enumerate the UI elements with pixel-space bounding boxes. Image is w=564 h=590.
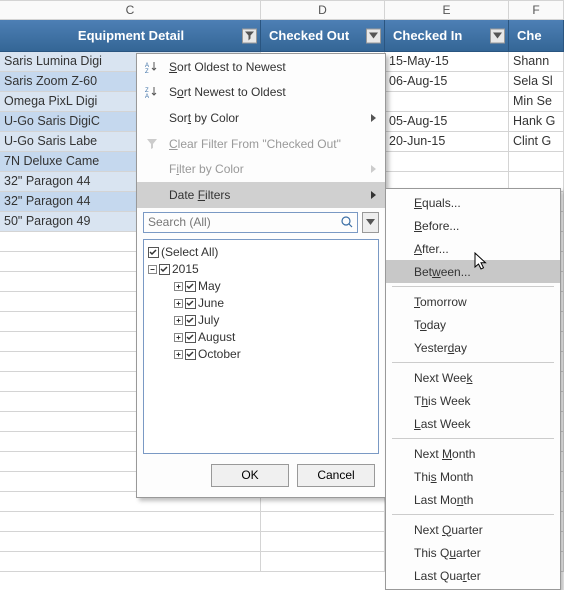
filter-dropdown-checked-out[interactable] [366, 28, 381, 43]
tree-year[interactable]: 2015 [146, 261, 376, 278]
header-equipment-detail: Equipment Detail [0, 20, 261, 52]
ok-button[interactable]: OK [211, 464, 289, 487]
tree-month[interactable]: August [146, 329, 376, 346]
search-input[interactable]: Search (All) [143, 212, 358, 233]
mouse-cursor-icon [474, 252, 490, 272]
submenu-arrow-icon [371, 188, 377, 202]
tree-year-label: 2015 [172, 262, 199, 276]
cell-checked-by[interactable] [509, 152, 564, 171]
tree-select-all-label: (Select All) [161, 245, 218, 259]
header-equipment-detail-label: Equipment Detail [78, 28, 184, 43]
sort-oldest-newest[interactable]: AZ Sort Oldest to Newest [137, 54, 385, 80]
tree-month-label: May [198, 279, 221, 293]
filter-yesterday[interactable]: Yesterday [386, 336, 560, 359]
date-tree[interactable]: (Select All) 2015 May June July August Octob… [143, 239, 379, 454]
header-checked-in: Checked In [385, 20, 509, 52]
filter-after[interactable]: After... [386, 237, 560, 260]
col-letter-d[interactable]: D [261, 1, 385, 19]
cell-checked-in[interactable]: 06-Aug-15 [385, 72, 509, 91]
date-filters[interactable]: Date Filters [137, 182, 385, 208]
filter-next-quarter[interactable]: Next Quarter [386, 518, 560, 541]
submenu-arrow-icon [371, 162, 377, 176]
col-letter-f[interactable]: F [509, 1, 564, 19]
cell-checked-in[interactable] [385, 152, 509, 171]
header-checked-by-label: Che [517, 28, 542, 43]
sort-newest-oldest[interactable]: ZA Sort Newest to Oldest [137, 80, 385, 106]
filter-dropdown-checked-in[interactable] [490, 28, 505, 43]
col-letter-e[interactable]: E [385, 1, 509, 19]
tree-month-label: August [198, 330, 235, 344]
header-checked-out: Checked Out [261, 20, 385, 52]
search-icon [340, 215, 354, 232]
svg-text:Z: Z [145, 69, 149, 74]
cell-checked-in[interactable]: 20-Jun-15 [385, 132, 509, 151]
sort-oldest-label: Sort Oldest to Newest [169, 60, 286, 74]
clear-filter-icon [143, 137, 161, 151]
filter-dropdown-equipment[interactable] [242, 28, 257, 43]
search-scope-dropdown[interactable] [362, 212, 379, 233]
date-filters-submenu: Equals... Before... After... Between... … [385, 188, 561, 590]
cell-checked-in[interactable]: 15-May-15 [385, 52, 509, 71]
tree-month-label: October [198, 347, 241, 361]
tree-month-label: July [198, 313, 219, 327]
filter-equals[interactable]: Equals... [386, 191, 560, 214]
filter-today[interactable]: Today [386, 313, 560, 336]
cell-checked-by[interactable]: Min Se [509, 92, 564, 111]
header-checked-out-label: Checked Out [269, 28, 349, 43]
date-filters-label: Date Filters [169, 188, 230, 202]
cell-checked-by[interactable]: Hank G [509, 112, 564, 131]
sort-newest-label: Sort Newest to Oldest [169, 85, 286, 99]
clear-filter: Clear Filter From "Checked Out" [137, 131, 385, 157]
filter-this-month[interactable]: This Month [386, 465, 560, 488]
tree-month[interactable]: May [146, 278, 376, 295]
tree-month[interactable]: July [146, 312, 376, 329]
filter-last-quarter[interactable]: Last Quarter [386, 564, 560, 587]
filter-next-week[interactable]: Next Week [386, 366, 560, 389]
cell-checked-by[interactable]: Clint G [509, 132, 564, 151]
filter-this-quarter[interactable]: This Quarter [386, 541, 560, 564]
filter-this-week[interactable]: This Week [386, 389, 560, 412]
tree-month-label: June [198, 296, 224, 310]
table-header-row: Equipment Detail Checked Out Checked In … [0, 20, 564, 52]
filter-last-month[interactable]: Last Month [386, 488, 560, 511]
sort-by-color[interactable]: Sort by Color [137, 105, 385, 131]
svg-text:A: A [145, 94, 149, 99]
filter-between[interactable]: Between... [386, 260, 560, 283]
header-checked-in-label: Checked In [393, 28, 462, 43]
cell-checked-by[interactable]: Shann [509, 52, 564, 71]
tree-month[interactable]: October [146, 346, 376, 363]
sort-asc-icon: AZ [143, 60, 161, 74]
cell-checked-in[interactable]: 05-Aug-15 [385, 112, 509, 131]
cancel-button[interactable]: Cancel [297, 464, 375, 487]
filter-by-color-label: Filter by Color [169, 162, 244, 176]
column-letter-row: C D E F [0, 0, 564, 20]
header-checked-out-by: Che [509, 20, 564, 52]
filter-context-menu: AZ Sort Oldest to Newest ZA Sort Newest … [136, 53, 386, 498]
tree-month[interactable]: June [146, 295, 376, 312]
cell-checked-in[interactable] [385, 92, 509, 111]
filter-tomorrow[interactable]: Tomorrow [386, 290, 560, 313]
sort-desc-icon: ZA [143, 85, 161, 99]
filter-last-week[interactable]: Last Week [386, 412, 560, 435]
clear-filter-label: Clear Filter From "Checked Out" [169, 137, 341, 151]
filter-next-month[interactable]: Next Month [386, 442, 560, 465]
sort-by-color-label: Sort by Color [169, 111, 239, 125]
search-placeholder: Search (All) [148, 215, 211, 229]
tree-select-all[interactable]: (Select All) [146, 244, 376, 261]
filter-by-color: Filter by Color [137, 157, 385, 183]
cell-checked-by[interactable]: Sela Sl [509, 72, 564, 91]
filter-before[interactable]: Before... [386, 214, 560, 237]
submenu-arrow-icon [371, 111, 377, 125]
col-letter-c[interactable]: C [0, 1, 261, 19]
